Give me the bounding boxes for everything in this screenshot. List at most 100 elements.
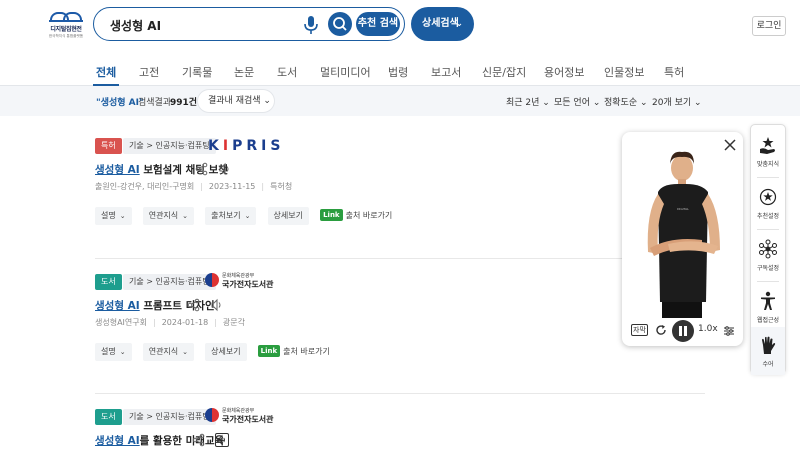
result-tools: [187, 298, 228, 312]
detail-view-button[interactable]: 상세보기: [205, 343, 247, 361]
advanced-search-button[interactable]: 상세검색 ⌄: [411, 7, 474, 41]
sort-select[interactable]: 정확도순 ⌄: [604, 95, 648, 108]
replay-icon[interactable]: [655, 324, 667, 336]
side-item-recommend-settings[interactable]: 추천설정: [751, 179, 785, 227]
search-button[interactable]: [328, 12, 352, 36]
related-knowledge-button[interactable]: 연관지식 ⌄: [142, 207, 195, 225]
tab-people[interactable]: 인물정보: [604, 64, 644, 80]
tab-terms[interactable]: 용어정보: [544, 64, 584, 80]
sign-language-hand-icon: [762, 336, 776, 354]
tab-papers[interactable]: 논문: [234, 64, 254, 80]
chevron-down-icon: ⌄: [119, 212, 126, 220]
category-path: 기술 > 인공지능·컴퓨팅: [123, 138, 216, 154]
sign-language-avatar: DIGITAL: [647, 151, 720, 318]
side-item-accessibility[interactable]: 웹접근성: [751, 283, 785, 331]
tab-books[interactable]: 도서: [277, 64, 297, 80]
meta-publisher: 특허청: [270, 182, 293, 191]
meta-publisher: 광문각: [222, 318, 245, 327]
language-select[interactable]: 모든 언어 ⌄: [554, 95, 600, 108]
search-icon: [333, 17, 347, 31]
period-value: 최근 2년: [506, 98, 540, 108]
related-knowledge-button[interactable]: 연관지식 ⌄: [142, 343, 195, 361]
side-item-label: 맞춤지식: [756, 161, 780, 168]
type-badge: 특허: [95, 138, 122, 154]
login-button[interactable]: 로그인: [752, 16, 786, 36]
period-select[interactable]: 최근 2년 ⌄: [506, 95, 550, 108]
detail-view-button[interactable]: 상세보기: [267, 207, 309, 225]
kipris-logo: KIPRIS: [208, 138, 285, 154]
share-icon[interactable]: [187, 298, 201, 312]
speaker-icon[interactable]: [210, 298, 224, 312]
recommend-search-button[interactable]: 추천 검색: [356, 12, 400, 36]
side-item-subscription[interactable]: 구독설정: [751, 231, 785, 279]
side-item-sign-language[interactable]: 수어: [751, 327, 785, 375]
source-link-label: 출처 바로가기: [283, 347, 330, 356]
title-highlight: 생성형 AI: [95, 300, 140, 312]
settings-sliders-icon[interactable]: [723, 325, 735, 337]
microphone-icon[interactable]: [302, 15, 320, 35]
result-label: 검색결과: [138, 98, 172, 108]
advanced-search-label: 상세검색: [422, 18, 459, 29]
sign-language-avatar-popup: DIGITAL 자막 1.0x: [622, 132, 743, 346]
logo-books-icon: [49, 12, 83, 22]
chevron-down-icon: ⌄: [244, 212, 251, 220]
side-item-custom-knowledge[interactable]: 맞춤지식: [751, 127, 785, 175]
type-badge: 도서: [95, 409, 122, 425]
result-summary-bar: "생성형 AI" 검색결과 991건 결과내 재검색 ⌄ 최근 2년 ⌄ 모든 …: [0, 86, 800, 116]
ministry-label: 문화체육관광부: [222, 408, 255, 414]
taegeuk-emblem-icon: [205, 408, 219, 422]
site-logo[interactable]: 디지털집현전 한국학지식 통합플랫폼: [44, 12, 88, 39]
search-within-label: 결과내 재검색: [208, 96, 261, 106]
speaker-icon[interactable]: [215, 433, 230, 447]
source-link-button[interactable]: Link 출처 바로가기: [320, 207, 392, 225]
pause-button[interactable]: [672, 320, 694, 342]
accessibility-person-icon: [761, 291, 775, 310]
related-knowledge-label: 연관지식: [148, 347, 179, 356]
network-icon: [759, 239, 777, 259]
tab-records[interactable]: 기록물: [182, 64, 212, 80]
page-size-select[interactable]: 20개 보기 ⌄: [652, 95, 702, 108]
side-divider: [757, 281, 779, 282]
caption-toggle[interactable]: 자막: [631, 324, 648, 336]
meta-date: 2024-01-18: [161, 318, 209, 327]
tab-reports[interactable]: 보고서: [431, 64, 461, 80]
side-item-label: 추천설정: [756, 213, 780, 220]
result-divider: [95, 258, 705, 259]
description-button[interactable]: 설명 ⌄: [95, 343, 132, 361]
logo-subtitle: 한국학지식 통합플랫폼: [48, 33, 84, 38]
side-divider: [757, 177, 779, 178]
side-item-label: 수어: [762, 361, 774, 368]
link-tag: Link: [257, 345, 281, 357]
result-actions: 설명 ⌄ 연관지식 ⌄ 상세보기 Link 출처 바로가기: [95, 339, 336, 361]
search-input[interactable]: 생성형 AI: [110, 17, 161, 34]
category-path: 기술 > 인공지능·컴퓨팅: [123, 274, 216, 290]
share-icon[interactable]: [195, 162, 209, 176]
page-size-value: 20개 보기: [652, 98, 692, 108]
hand-star-icon: [760, 137, 775, 154]
playback-speed[interactable]: 1.0x: [698, 324, 718, 334]
tab-all[interactable]: 전체: [92, 64, 120, 86]
svg-text:DIGITAL: DIGITAL: [677, 207, 689, 211]
player-controls: 자막 1.0x: [622, 318, 743, 346]
share-icon[interactable]: [192, 433, 206, 447]
tab-laws[interactable]: 법령: [388, 64, 408, 80]
link-tag: Link: [320, 209, 343, 221]
side-divider: [757, 229, 779, 230]
tab-classics[interactable]: 고전: [139, 64, 159, 80]
tab-news[interactable]: 신문/잡지: [482, 64, 526, 80]
tab-patents[interactable]: 특허: [664, 64, 684, 80]
source-link-button[interactable]: Link 출처 바로가기: [257, 343, 330, 361]
search-within-results-button[interactable]: 결과내 재검색 ⌄: [198, 90, 274, 112]
type-badge: 도서: [95, 274, 122, 290]
side-item-label: 구독설정: [756, 265, 780, 272]
description-button[interactable]: 설명 ⌄: [95, 207, 132, 225]
meta-date: 2023-11-15: [208, 182, 256, 191]
source-view-button[interactable]: 출처보기 ⌄: [205, 207, 257, 225]
speaker-icon[interactable]: [218, 162, 232, 176]
tab-multimedia[interactable]: 멀티미디어: [320, 64, 371, 80]
result-meta: 출원인-강건우, 대리인-구명회 | 2023-11-15 | 특허청: [95, 182, 293, 191]
description-label: 설명: [101, 211, 116, 220]
logo-title: 디지털집현전: [50, 26, 82, 33]
result-actions: 설명 ⌄ 연관지식 ⌄ 출처보기 ⌄ 상세보기 Link 출처 바로가기: [95, 203, 398, 225]
library-label: 국가전자도서관: [222, 415, 274, 424]
